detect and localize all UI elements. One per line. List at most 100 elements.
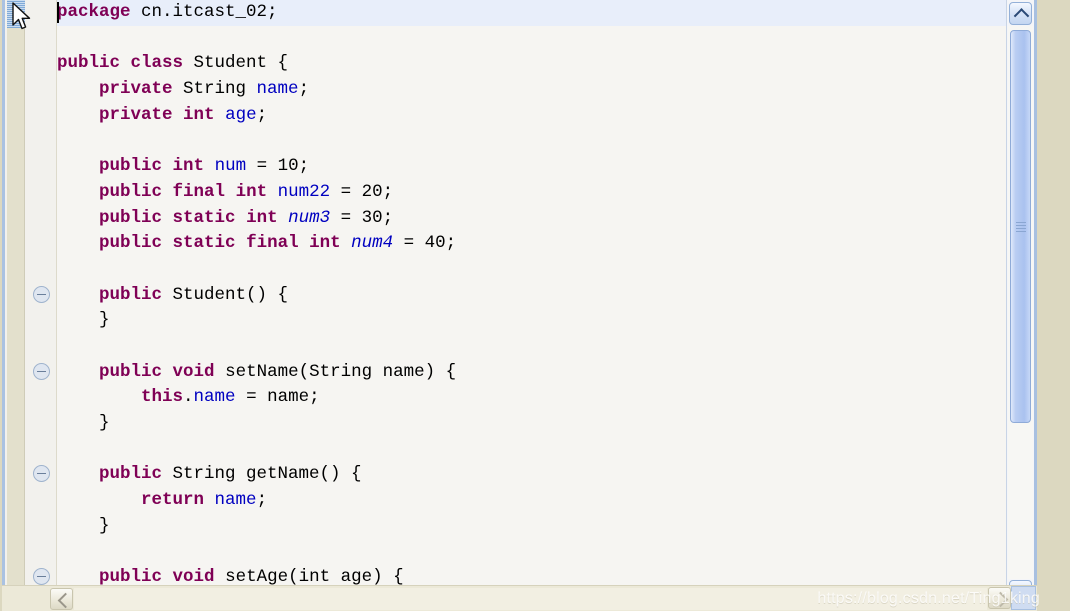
code-token: void	[172, 361, 215, 382]
editor-gutter	[5, 0, 57, 605]
code-token: public	[99, 207, 163, 228]
code-line: private String name;	[57, 77, 1006, 103]
code-line: public static final int num4 = 40;	[57, 231, 1006, 257]
code-token: num	[214, 156, 247, 177]
code-token: num4	[351, 233, 394, 254]
vertical-scroll-thumb[interactable]	[1010, 30, 1031, 423]
code-token: String	[172, 79, 257, 100]
code-line: private int age;	[57, 103, 1006, 129]
code-token: static	[172, 233, 236, 254]
code-token: int	[235, 181, 268, 202]
code-token: package	[57, 2, 131, 22]
code-token: Student {	[183, 53, 289, 74]
annotation-ruler[interactable]	[7, 0, 25, 605]
code-line: public Student() {	[57, 283, 1006, 309]
code-token: name	[193, 387, 236, 408]
code-token: class	[130, 53, 184, 74]
code-text-area[interactable]: package cn.itcast_02;​public class Stude…	[57, 0, 1006, 605]
grip-icon	[1015, 221, 1026, 232]
code-token: ;	[298, 79, 310, 100]
code-token: = 20;	[330, 181, 394, 202]
chevron-up-icon	[1013, 7, 1029, 24]
code-content: package cn.itcast_02;​public class Stude…	[57, 0, 1006, 591]
code-token: public	[99, 156, 163, 177]
fold-column[interactable]	[26, 0, 57, 605]
code-token: Student() {	[162, 284, 289, 305]
code-line: public final int num22 = 20;	[57, 180, 1006, 206]
code-line: ​	[57, 26, 1006, 52]
code-token: .	[183, 387, 194, 408]
code-token: name	[214, 490, 257, 511]
code-token: }	[99, 413, 110, 433]
fold-marker-constructor[interactable]	[33, 286, 50, 303]
code-token: private	[99, 104, 173, 125]
code-line: ​	[57, 257, 1006, 283]
code-token: = 30;	[330, 207, 394, 228]
code-token: public	[99, 181, 163, 202]
code-line: }	[57, 514, 1006, 540]
code-token: }	[99, 310, 110, 331]
code-token: public	[57, 53, 121, 74]
scroll-left-button[interactable]	[50, 588, 74, 610]
code-line: return name;	[57, 488, 1006, 514]
fold-marker-getname[interactable]	[33, 465, 50, 482]
code-token: cn.itcast_02;	[130, 2, 278, 22]
code-token: public	[99, 284, 163, 305]
code-token: public	[99, 233, 163, 254]
code-token: }	[99, 515, 110, 536]
code-line: ​	[57, 334, 1006, 360]
code-token: setName(String name) {	[214, 361, 457, 382]
code-token: String getName() {	[162, 464, 362, 485]
scroll-up-button[interactable]	[1009, 2, 1032, 25]
code-token: int	[246, 207, 278, 228]
code-token: = 40;	[393, 233, 457, 254]
watermark-text: https://blog.csdn.net/Ting1king	[817, 590, 1040, 607]
chevron-left-icon	[57, 592, 74, 609]
code-token: num22	[277, 181, 331, 202]
code-token: int	[172, 156, 205, 177]
code-line: public int num = 10;	[57, 154, 1006, 180]
fold-marker-setage[interactable]	[33, 568, 50, 585]
code-token: name	[256, 79, 299, 100]
code-line: ​	[57, 437, 1006, 463]
annotation-marker[interactable]	[7, 0, 25, 28]
code-line: public static int num3 = 30;	[57, 206, 1006, 232]
code-token: return	[141, 490, 205, 511]
code-line: public void setName(String name) {	[57, 360, 1006, 386]
code-token: num3	[288, 207, 331, 228]
fold-marker-setname[interactable]	[33, 363, 50, 380]
code-token: = 10;	[246, 156, 310, 177]
code-line: ​	[57, 539, 1006, 565]
code-line: }	[57, 411, 1006, 437]
code-token: public	[99, 464, 163, 485]
code-token: ;	[256, 490, 268, 511]
vertical-scrollbar[interactable]	[1006, 0, 1034, 605]
code-token: ;	[256, 104, 268, 125]
